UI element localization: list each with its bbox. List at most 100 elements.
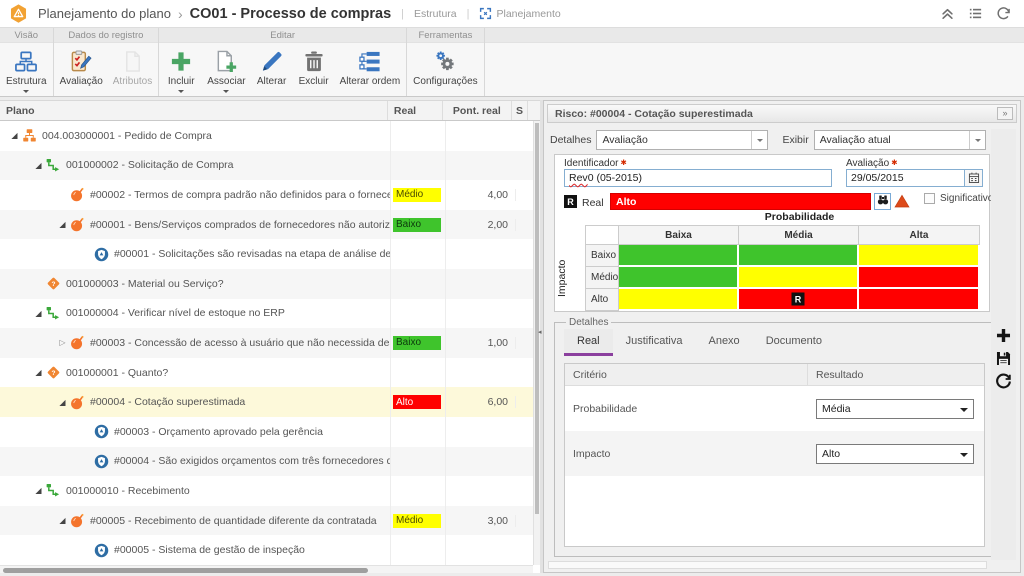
- column-header-pont-real[interactable]: Pont. real: [443, 101, 513, 120]
- tree-row[interactable]: ◢004.003000001 - Pedido de Compra: [0, 121, 533, 151]
- tab-documento[interactable]: Documento: [753, 329, 835, 356]
- expand-toggle-icon[interactable]: ◢: [8, 131, 21, 140]
- column-header-stub: [528, 101, 540, 120]
- criteria-row: ProbabilidadeMédia: [565, 386, 984, 431]
- save-button[interactable]: [995, 350, 1012, 367]
- breadcrumb-separator: ›: [178, 6, 183, 22]
- tree-row[interactable]: #00001 - Solicitações são revisadas na e…: [0, 239, 533, 269]
- pont-real-value: 6,00: [446, 396, 516, 408]
- alterar-button[interactable]: Alterar: [251, 45, 293, 96]
- nav-planejamento[interactable]: Planejamento: [479, 7, 560, 20]
- column-header-s[interactable]: S: [512, 101, 528, 120]
- collapse-all-button[interactable]: [940, 6, 955, 21]
- resultado-column-header: Resultado: [808, 364, 984, 385]
- atributos-button: Atributos: [108, 45, 157, 96]
- matrix-column-header: Alta: [859, 225, 980, 245]
- alterar-ordem-button[interactable]: Alterar ordem: [335, 45, 406, 96]
- exibir-select[interactable]: Avaliação atual: [814, 130, 986, 150]
- risk-matrix: BaixaMédiaAltaBaixoMédioAltoR: [585, 225, 980, 311]
- tab-justificativa[interactable]: Justificativa: [613, 329, 696, 356]
- breadcrumb-root[interactable]: Planejamento do plano: [38, 6, 171, 21]
- real-marker-badge: R: [564, 195, 577, 208]
- matrix-row-header: Médio: [585, 267, 619, 289]
- tree-row[interactable]: ◢001000004 - Verificar nível de estoque …: [0, 299, 533, 329]
- tree-row[interactable]: ◢ #00005 - Recebimento de quantidade dife…: [0, 506, 533, 536]
- tab-real[interactable]: Real: [564, 329, 613, 356]
- probabilidade-select[interactable]: Média: [816, 399, 974, 419]
- excluir-button[interactable]: Excluir: [293, 45, 335, 96]
- warning-triangle-icon: [894, 193, 910, 209]
- vertical-scrollbar-thumb[interactable]: [535, 123, 539, 514]
- expand-toggle-icon[interactable]: ◢: [32, 309, 45, 318]
- tab-anexo[interactable]: Anexo: [695, 329, 752, 356]
- avaliacao-date-input[interactable]: 29/05/2015: [846, 169, 983, 187]
- risk-level-badge: Médio: [393, 514, 441, 528]
- tree-row-label: #00001 - Bens/Serviços comprados de forn…: [90, 219, 391, 231]
- tree-row[interactable]: ▷#00003 - Concessão de acesso à usuário …: [0, 328, 533, 358]
- app-window: Planejamento do plano › CO01 - Processo …: [0, 0, 1024, 576]
- expand-toggle-icon[interactable]: ◢: [32, 368, 45, 377]
- button-label: Alterar ordem: [340, 76, 401, 87]
- configuracoes-button[interactable]: Configurações: [408, 45, 482, 96]
- matrix-cell[interactable]: [739, 267, 859, 289]
- button-label: Incluir: [168, 76, 195, 87]
- tree-row[interactable]: ◢?001000001 - Quanto?: [0, 358, 533, 388]
- matrix-cell[interactable]: [859, 289, 980, 311]
- real-position-marker: R: [792, 293, 805, 306]
- add-button[interactable]: [995, 327, 1012, 344]
- expand-panel-button[interactable]: »: [997, 107, 1013, 120]
- tree-row[interactable]: #00004 - São exigidos orçamentos com trê…: [0, 447, 533, 477]
- flow-step-icon: [46, 158, 61, 173]
- refresh-page-button[interactable]: [996, 6, 1011, 21]
- tree-row[interactable]: ◢001000010 - Recebimento: [0, 476, 533, 506]
- expand-toggle-icon[interactable]: ◢: [56, 220, 69, 229]
- tree-row[interactable]: ?001000003 - Material ou Serviço?: [0, 269, 533, 299]
- tree-row[interactable]: #00005 - Sistema de gestão de inspeção: [0, 535, 533, 565]
- refresh-button[interactable]: [995, 373, 1012, 390]
- matrix-cell[interactable]: [859, 245, 980, 267]
- matrix-cell[interactable]: [619, 289, 739, 311]
- matrix-cell[interactable]: R: [739, 289, 859, 311]
- list-view-button[interactable]: [968, 6, 983, 21]
- matrix-cell[interactable]: [619, 245, 739, 267]
- incluir-button[interactable]: Incluir: [160, 45, 202, 96]
- collapse-toggle-icon[interactable]: ▷: [56, 338, 69, 347]
- chevron-down-icon: [751, 131, 767, 149]
- expand-toggle-icon[interactable]: ◢: [56, 398, 69, 407]
- control-shield-icon: [94, 543, 109, 558]
- tree-row[interactable]: #00002 - Termos de compra padrão não def…: [0, 180, 533, 210]
- vertical-scrollbar[interactable]: [533, 121, 540, 565]
- tree-row[interactable]: #00003 - Orçamento aprovado pela gerênci…: [0, 417, 533, 447]
- impacto-select[interactable]: Alto: [816, 444, 974, 464]
- tree-row-label: #00005 - Recebimento de quantidade difer…: [90, 515, 377, 527]
- top-bar: Planejamento do plano › CO01 - Processo …: [0, 0, 1024, 28]
- pont-real-value: 2,00: [446, 219, 516, 231]
- matrix-cell[interactable]: [859, 267, 980, 289]
- horizontal-scrollbar[interactable]: [0, 565, 533, 573]
- significativo-checkbox[interactable]: [924, 193, 935, 204]
- nav-estrutura[interactable]: Estrutura: [414, 8, 457, 20]
- column-header-plano[interactable]: Plano: [0, 101, 388, 120]
- collapse-left-icon[interactable]: ◂: [538, 328, 542, 336]
- horizontal-scrollbar-thumb[interactable]: [3, 568, 368, 573]
- column-header-real[interactable]: Real: [388, 101, 443, 120]
- expand-toggle-icon[interactable]: ◢: [56, 516, 69, 525]
- tree-row[interactable]: ◢001000002 - Solicitação de Compra: [0, 151, 533, 181]
- matrix-cell[interactable]: [739, 245, 859, 267]
- expand-toggle-icon[interactable]: ◢: [32, 161, 45, 170]
- tree-row-label: #00005 - Sistema de gestão de inspeção: [114, 544, 305, 556]
- detalhes-select[interactable]: Avaliação: [596, 130, 768, 150]
- associar-button[interactable]: Associar: [202, 45, 250, 96]
- criteria-table: Critério Resultado ProbabilidadeMédiaImp…: [564, 363, 985, 547]
- expand-toggle-icon[interactable]: ◢: [32, 486, 45, 495]
- tree-row[interactable]: ◢ #00001 - Bens/Serviços comprados de for…: [0, 210, 533, 240]
- exibir-label: Exibir: [782, 134, 808, 146]
- tree-row[interactable]: ◢#00004 - Cotação superestimadaAlto6,00: [0, 387, 533, 417]
- binoculars-button[interactable]: [874, 193, 891, 210]
- avaliacao-button[interactable]: Avaliação: [55, 45, 108, 96]
- trash-gray-icon: [300, 48, 327, 74]
- calendar-icon[interactable]: [964, 170, 982, 186]
- estrutura-button[interactable]: Estrutura: [1, 45, 52, 96]
- identificador-input[interactable]: Rev 0 (05-2015): [564, 169, 832, 187]
- matrix-cell[interactable]: [619, 267, 739, 289]
